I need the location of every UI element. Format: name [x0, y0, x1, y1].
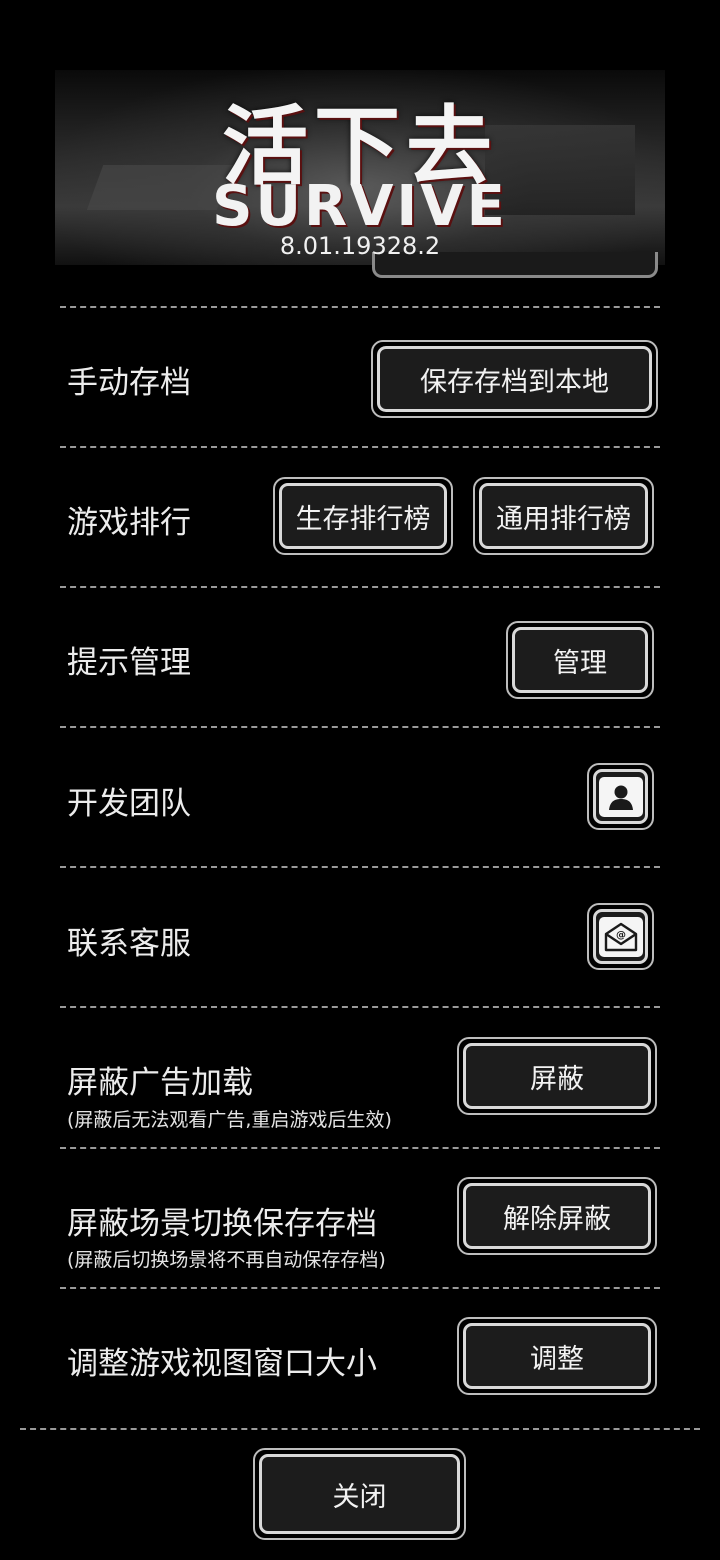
window-size-label: 调整游戏视图窗口大小: [67, 1346, 377, 1382]
footer-divider: [20, 1428, 700, 1430]
block-ads-button-label: 屏蔽: [463, 1043, 651, 1109]
divider: [60, 1006, 660, 1008]
dev-team-button[interactable]: [587, 763, 654, 830]
adjust-window-button-label: 调整: [463, 1323, 651, 1389]
save-to-local-label: 保存存档到本地: [377, 346, 652, 412]
close-button[interactable]: 关闭: [253, 1448, 466, 1540]
save-to-local-button[interactable]: 保存存档到本地: [371, 340, 658, 418]
divider: [60, 726, 660, 728]
general-ranking-button[interactable]: 通用排行榜: [473, 477, 654, 555]
dev-team-button-face: [593, 769, 648, 824]
contact-support-button-face: @: [593, 909, 648, 964]
block-scene-save-label: 屏蔽场景切换保存存档: [67, 1206, 377, 1242]
manage-tips-button[interactable]: 管理: [506, 621, 654, 699]
block-scene-save-note: (屏蔽后切换场景将不再自动保存存档): [67, 1249, 386, 1271]
survival-ranking-label: 生存排行榜: [279, 483, 447, 549]
mail-icon: @: [598, 916, 643, 957]
close-button-label: 关闭: [259, 1454, 460, 1534]
survival-ranking-button[interactable]: 生存排行榜: [273, 477, 453, 555]
unblock-button[interactable]: 解除屏蔽: [457, 1177, 657, 1255]
divider: [60, 866, 660, 868]
divider: [60, 1147, 660, 1149]
unblock-button-label: 解除屏蔽: [463, 1183, 651, 1249]
manual-save-label: 手动存档: [67, 365, 191, 401]
dev-team-label: 开发团队: [67, 786, 191, 822]
manage-tips-label: 管理: [512, 627, 648, 693]
block-ads-label: 屏蔽广告加载: [67, 1065, 253, 1101]
ranking-label: 游戏排行: [67, 505, 191, 541]
logo-english-title: SURVIVE: [212, 174, 508, 239]
version-label: 8.01.19328.2: [279, 232, 441, 260]
support-label: 联系客服: [67, 926, 191, 962]
divider: [60, 586, 660, 588]
divider: [60, 306, 660, 308]
person-icon: [598, 776, 643, 817]
divider: [60, 1287, 660, 1289]
adjust-window-button[interactable]: 调整: [457, 1317, 657, 1395]
block-ads-note: (屏蔽后无法观看广告,重启游戏后生效): [67, 1109, 392, 1131]
block-ads-button[interactable]: 屏蔽: [457, 1037, 657, 1115]
svg-text:@: @: [616, 930, 626, 941]
divider: [60, 446, 660, 448]
tips-management-label: 提示管理: [67, 645, 191, 681]
contact-support-button[interactable]: @: [587, 903, 654, 970]
general-ranking-label: 通用排行榜: [479, 483, 648, 549]
